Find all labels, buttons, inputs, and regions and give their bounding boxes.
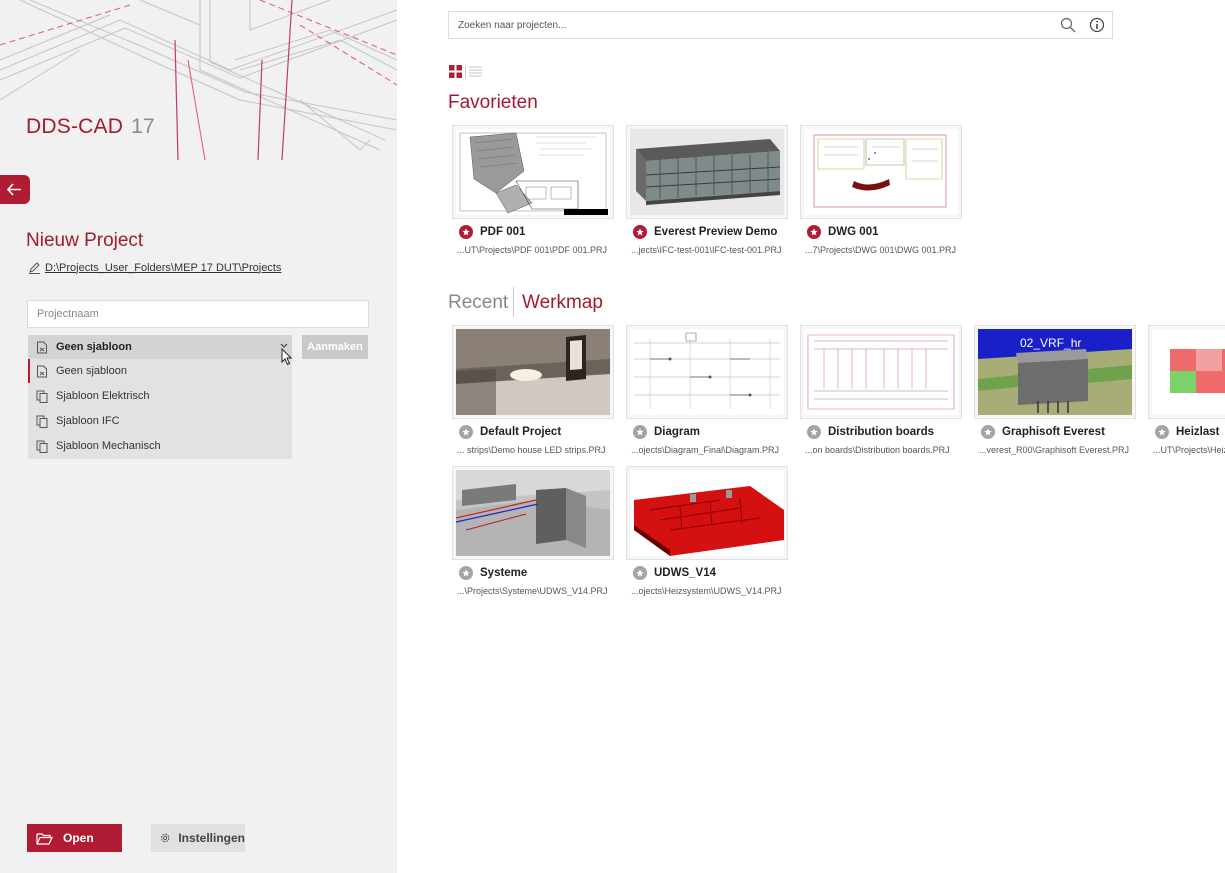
project-card[interactable]: Diagram ...ojects\Diagram_Final\Diagram.… (622, 325, 788, 460)
edit-icon[interactable] (28, 261, 41, 274)
template-file-icon (28, 341, 56, 354)
project-path: ...ojects\Diagram_Final\Diagram.PRJ (631, 445, 780, 455)
project-name: Distribution boards (828, 426, 935, 438)
project-path: ... strips\Demo house LED strips.PRJ (457, 445, 606, 455)
tab-werkmap[interactable]: Werkmap (522, 292, 603, 314)
mouse-cursor-icon (281, 348, 293, 366)
favorite-star-icon[interactable] (459, 225, 473, 239)
template-option-elektrisch[interactable]: Sjabloon Elektrisch (28, 384, 292, 408)
template-option-label: Geen sjabloon (56, 365, 127, 377)
project-thumbnail (626, 466, 788, 560)
template-dropdown[interactable]: Geen sjabloon Geen sjabloon Sjabloon Ele… (28, 335, 292, 459)
project-name: Diagram (654, 426, 701, 438)
project-path: ...UT\Projects\PDF 001\PDF 001.PRJ (457, 245, 608, 255)
project-thumbnail (800, 125, 962, 219)
template-copy-icon (28, 390, 56, 403)
star-icon[interactable] (633, 425, 647, 439)
settings-button-label: Instellingen (178, 831, 245, 845)
template-file-icon (28, 365, 56, 378)
project-card[interactable]: 02_VRF_hr Graphisoft Everest ...verest_R… (970, 325, 1136, 460)
star-icon[interactable] (633, 566, 647, 580)
project-card[interactable]: Heizlast ...UT\Projects\Heiz (1144, 325, 1225, 460)
template-option-label: Sjabloon IFC (56, 415, 120, 427)
settings-button[interactable]: Instellingen (151, 824, 245, 852)
project-path-link[interactable]: D:\Projects_User_Folders\MEP 17 DUT\Proj… (45, 262, 281, 274)
project-path-row[interactable]: D:\Projects_User_Folders\MEP 17 DUT\Proj… (28, 261, 281, 274)
project-name-input[interactable] (27, 300, 369, 328)
open-button-label: Open (63, 831, 94, 845)
new-project-panel: DDS-CAD 17 Nieuw Project D:\Projects_Use… (0, 0, 397, 873)
favorite-star-icon[interactable] (807, 225, 821, 239)
new-project-title: Nieuw Project (26, 230, 144, 251)
project-thumbnail (452, 466, 614, 560)
project-card[interactable]: UDWS_V14 ...ojects\Heizsystem\UDWS_V14.P… (622, 466, 788, 601)
template-option-mechanisch[interactable]: Sjabloon Mechanisch (28, 434, 292, 458)
project-grid-area: PDF 001 ...UT\Projects\PDF 001\PDF 001.P… (397, 0, 1225, 873)
project-name: Heizlast (1176, 426, 1220, 438)
project-name: DWG 001 (828, 226, 879, 238)
star-icon[interactable] (981, 425, 995, 439)
project-path: ...ojects\Heizsystem\UDWS_V14.PRJ (631, 586, 782, 596)
back-button[interactable] (0, 175, 30, 204)
template-copy-icon (28, 440, 56, 453)
tab-recent[interactable]: Recent (448, 292, 508, 314)
app-logo: DDS-CAD 17 (26, 115, 155, 138)
project-thumbnail (1148, 325, 1225, 419)
project-thumbnail (800, 325, 962, 419)
arrow-left-icon (7, 183, 21, 196)
star-icon[interactable] (807, 425, 821, 439)
template-option-geen[interactable]: Geen sjabloon (28, 359, 292, 383)
tab-divider (513, 287, 514, 317)
template-copy-icon (28, 415, 56, 428)
project-name: Everest Preview Demo (654, 226, 778, 238)
project-thumbnail (626, 325, 788, 419)
project-path: ...7\Projects\DWG 001\DWG 001.PRJ (805, 245, 957, 255)
project-card[interactable]: PDF 001 ...UT\Projects\PDF 001\PDF 001.P… (448, 125, 614, 260)
project-path: ...\Projects\Systeme\UDWS_V14.PRJ (457, 586, 608, 596)
open-button[interactable]: Open (27, 824, 122, 852)
star-icon[interactable] (1155, 425, 1169, 439)
project-path: ...verest_R00\Graphisoft Everest.PRJ (979, 445, 1130, 455)
template-option-label: Sjabloon Mechanisch (56, 440, 161, 452)
star-icon[interactable] (459, 425, 473, 439)
thumbnail-label: 02_VRF_hr (1020, 336, 1081, 350)
star-icon[interactable] (459, 566, 473, 580)
project-name: Graphisoft Everest (1002, 426, 1105, 438)
project-path: ...UT\Projects\Heiz (1153, 445, 1225, 455)
project-path: ...jects\IFC-test-001\IFC-test-001.PRJ (631, 245, 782, 255)
template-option-ifc[interactable]: Sjabloon IFC (28, 409, 292, 433)
project-thumbnail (626, 125, 788, 219)
project-thumbnail (452, 125, 614, 219)
project-card[interactable]: Distribution boards ...on boards\Distrib… (796, 325, 962, 460)
favorite-star-icon[interactable] (633, 225, 647, 239)
folder-open-icon (36, 832, 53, 845)
template-select[interactable]: Geen sjabloon (28, 335, 292, 359)
project-card[interactable]: DWG 001 ...7\Projects\DWG 001\DWG 001.PR… (796, 125, 962, 260)
project-name: Default Project (480, 426, 562, 438)
gear-icon (160, 833, 170, 843)
project-thumbnail: 02_VRF_hr (974, 325, 1136, 419)
project-card[interactable]: Default Project ... strips\Demo house LE… (448, 325, 614, 460)
project-thumbnail (452, 325, 614, 419)
project-card[interactable]: Everest Preview Demo ...jects\IFC-test-0… (622, 125, 788, 260)
project-path: ...on boards\Distribution boards.PRJ (805, 445, 950, 455)
project-name: PDF 001 (480, 226, 526, 238)
create-button[interactable]: Aanmaken (302, 335, 368, 359)
project-card[interactable]: Systeme ...\Projects\Systeme\UDWS_V14.PR… (448, 466, 614, 601)
project-name: Systeme (480, 567, 528, 579)
selected-template-label: Geen sjabloon (56, 341, 132, 353)
project-name: UDWS_V14 (654, 567, 716, 579)
template-option-label: Sjabloon Elektrisch (56, 390, 150, 402)
